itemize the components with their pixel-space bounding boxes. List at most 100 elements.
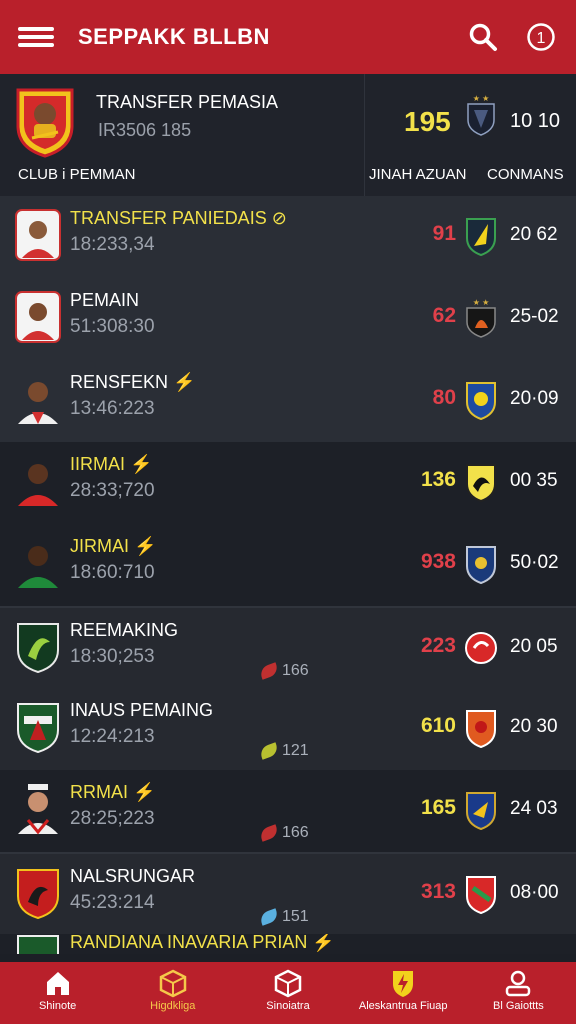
player-name: IIRMAI ⚡	[70, 454, 153, 474]
search-icon[interactable]	[466, 20, 500, 54]
player-avatar	[15, 209, 61, 261]
player-score: 610	[420, 714, 456, 737]
tag-badge: 166	[258, 824, 309, 842]
nav-home[interactable]: Shinote	[0, 962, 115, 1024]
leaf-icon	[258, 908, 280, 926]
player-score: 223	[420, 634, 456, 657]
player-score: 62	[432, 304, 456, 327]
nav-label: Sinoiatra	[266, 1000, 310, 1012]
team-badge-icon	[466, 710, 496, 748]
nav-label: Higdkliga	[150, 1000, 196, 1012]
box-icon	[274, 969, 302, 998]
player-score: 136	[420, 468, 456, 491]
player-name: RANDIANA INAVARIA PRIAN ⚡	[70, 934, 335, 952]
column-header-jinah: JINAH AZUAN	[369, 166, 467, 183]
player-name: TRANSFER PANIEDAIS ⊘	[70, 208, 287, 228]
player-time: 18:233,34	[70, 234, 155, 255]
list-item[interactable]: PEMAIN 51:308:30 62 ★ ★ 25-02	[0, 278, 576, 360]
player-time: 12:24:213	[70, 726, 155, 747]
shield-bolt-icon	[393, 971, 414, 997]
player-score: 165	[420, 796, 456, 819]
player-time: 18:30;253	[70, 646, 155, 667]
svg-text:1: 1	[537, 30, 546, 47]
list-item[interactable]: RANDIANA INAVARIA PRIAN ⚡	[0, 934, 576, 954]
player-score: 938	[420, 550, 456, 573]
list-item[interactable]: RENSFEKN ⚡ 13:46:223 80 20·09	[0, 360, 576, 442]
player-name: NALSRUNGAR	[70, 866, 196, 886]
cube-icon	[159, 969, 187, 998]
column-header-club: CLUB i PEMMAN	[18, 166, 136, 183]
team-badge-icon	[466, 876, 496, 914]
svg-text:★ ★: ★ ★	[473, 298, 490, 307]
player-time: 28:33;720	[70, 480, 155, 501]
nav-label: Aleskantrua Fiuap	[358, 1000, 448, 1012]
featured-transfer-card[interactable]: TRANSFER PEMASIA IR3506 185 195 ★ ★ 10 1…	[0, 74, 576, 196]
list-item[interactable]: RRMAI ⚡ 28:25;223 166 165 24 03	[0, 770, 576, 852]
svg-text:★ ★: ★ ★	[473, 94, 490, 103]
nav-label: Bl Gaiottts	[493, 1000, 544, 1012]
tag-badge: 121	[258, 742, 309, 760]
nav-profile[interactable]: Bl Gaiottts	[461, 962, 576, 1024]
featured-sub: IR3506 185	[98, 120, 192, 140]
player-score: 91	[432, 222, 456, 245]
player-avatar	[18, 546, 58, 588]
player-time: 45:23:214	[70, 892, 155, 913]
featured-value: 10 10	[510, 110, 561, 132]
profile-icon	[506, 970, 531, 997]
tag-badge: 151	[258, 908, 309, 926]
star-team-badge-icon: ★ ★	[466, 298, 496, 338]
app-root: SEPPAKK BLLBN 1 TRANSFER PEMASIA IR3506 …	[0, 0, 576, 1024]
player-name: JIRMAI ⚡	[70, 536, 157, 556]
player-name: RRMAI ⚡	[70, 782, 156, 802]
column-header-conmans: CONMANS	[487, 166, 564, 183]
featured-name: TRANSFER PEMASIA	[96, 92, 279, 112]
list-item[interactable]: JIRMAI ⚡ 18:60:710 938 50·02	[0, 524, 576, 606]
bottom-nav: Shinote Higdkliga Sinoiatra Aleskantrua …	[0, 962, 576, 1024]
player-avatar	[18, 784, 58, 835]
info-icon[interactable]: 1	[524, 20, 558, 54]
nav-aleskantrua[interactable]: Aleskantrua Fiuap	[346, 962, 461, 1024]
leaf-icon	[258, 742, 280, 760]
player-avatar	[18, 382, 58, 424]
team-badge-icon	[465, 632, 497, 664]
team-badge-icon	[466, 546, 496, 584]
player-time: 51:308:30	[70, 316, 155, 337]
player-value: 25-02	[510, 306, 559, 327]
team-badge-icon	[466, 792, 496, 830]
club-crest-icon	[17, 623, 59, 674]
tag-badge: 166	[258, 662, 309, 680]
list-item[interactable]: NALSRUNGAR 45:23:214 151 313 08·00	[0, 852, 576, 934]
club-crest-icon	[16, 88, 74, 158]
player-value: 00 35	[510, 470, 558, 491]
nav-label: Shinote	[38, 1000, 77, 1012]
list-item[interactable]: TRANSFER PANIEDAIS ⊘ 18:233,34 91 20 62	[0, 196, 576, 278]
top-bar: SEPPAKK BLLBN 1	[0, 0, 576, 74]
list-item[interactable]: REEMAKING 18:30;253 166 223 20 05	[0, 606, 576, 688]
player-name: RENSFEKN ⚡	[70, 372, 196, 392]
player-name: INAUS PEMAING	[70, 700, 214, 720]
list-item[interactable]: IIRMAI ⚡ 28:33;720 136 00 35	[0, 442, 576, 524]
player-avatar	[18, 464, 58, 506]
player-time: 13:46:223	[70, 398, 155, 419]
list-item[interactable]: INAUS PEMAING 12:24:213 121 610 20 30	[0, 688, 576, 770]
leaf-icon	[258, 662, 280, 680]
player-value: 20·09	[510, 388, 559, 409]
player-score: 313	[420, 880, 456, 903]
player-time: 18:60:710	[70, 562, 155, 583]
team-badge-icon	[466, 464, 496, 502]
player-name: REEMAKING	[70, 620, 179, 640]
player-score: 80	[432, 386, 456, 409]
player-value: 20 62	[510, 224, 558, 245]
club-crest-icon	[17, 935, 59, 954]
club-crest-icon	[17, 703, 59, 754]
nav-higdkliga[interactable]: Higdkliga	[115, 962, 230, 1024]
player-list: TRANSFER PANIEDAIS ⊘ 18:233,34 91 20 62 …	[0, 196, 576, 954]
hamburger-menu-icon[interactable]	[18, 22, 54, 52]
home-icon	[46, 972, 69, 995]
app-title: SEPPAKK BLLBN	[78, 24, 270, 49]
nav-sinoiatra[interactable]: Sinoiatra	[230, 962, 345, 1024]
player-value: 20 05	[510, 636, 558, 657]
team-badge-icon	[466, 218, 496, 256]
player-value: 50·02	[510, 552, 559, 573]
player-time: 28:25;223	[70, 808, 155, 829]
